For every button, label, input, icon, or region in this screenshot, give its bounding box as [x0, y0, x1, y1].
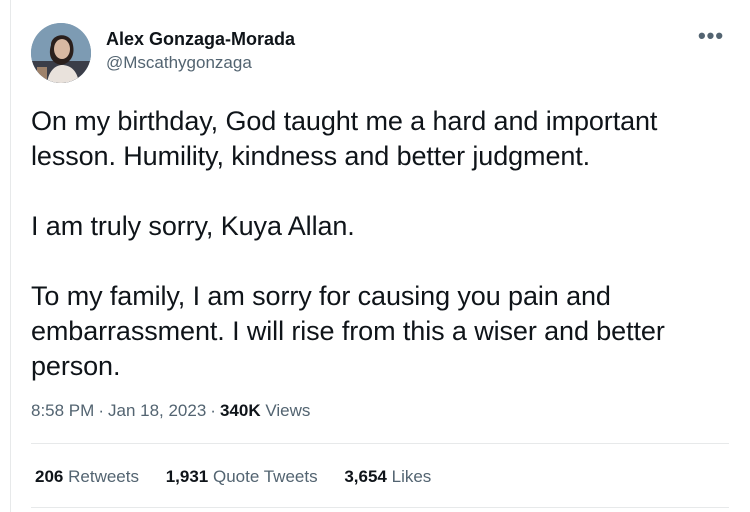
- tweet-card: Alex Gonzaga-Morada @Mscathygonzaga ••• …: [10, 0, 750, 512]
- likes-count: 3,654: [344, 467, 387, 486]
- likes-label: Likes: [391, 467, 432, 486]
- tweet-text: On my birthday, God taught me a hard and…: [31, 104, 721, 419]
- profile-photo-icon: [31, 23, 91, 83]
- views-label: Views: [265, 401, 311, 420]
- tweet-header: Alex Gonzaga-Morada @Mscathygonzaga •••: [31, 22, 731, 84]
- meta-separator: ·: [210, 401, 216, 420]
- quote-tweets-stat[interactable]: 1,931 Quote Tweets: [166, 466, 318, 488]
- quote-tweets-label: Quote Tweets: [213, 467, 318, 486]
- meta-separator: ·: [98, 401, 104, 420]
- engagement-stats: 206 Retweets 1,931 Quote Tweets 3,654 Li…: [35, 466, 453, 488]
- divider: [31, 507, 729, 508]
- display-name[interactable]: Alex Gonzaga-Morada: [106, 28, 295, 50]
- quote-tweets-count: 1,931: [165, 467, 209, 486]
- more-options-icon[interactable]: •••: [691, 22, 731, 58]
- retweets-count: 206: [35, 467, 64, 486]
- likes-stat[interactable]: 3,654 Likes: [344, 466, 431, 488]
- tweet-time[interactable]: 8:58 PM: [31, 401, 94, 420]
- tweet-paragraph: On my birthday, God taught me a hard and…: [31, 106, 658, 171]
- tweet-date[interactable]: Jan 18, 2023: [108, 401, 206, 420]
- views-count: 340K: [219, 401, 261, 420]
- tweet-meta: 8:58 PM · Jan 18, 2023 · 340K Views: [31, 400, 310, 422]
- user-names: Alex Gonzaga-Morada @Mscathygonzaga: [106, 28, 295, 74]
- divider: [31, 443, 729, 444]
- tweet-paragraph: To my family, I am sorry for causing you…: [31, 281, 665, 381]
- avatar[interactable]: [31, 23, 91, 83]
- tweet-paragraph: I am truly sorry, Kuya Allan.: [31, 211, 355, 241]
- retweets-label: Retweets: [68, 467, 139, 486]
- user-handle[interactable]: @Mscathygonzaga: [106, 52, 295, 74]
- retweets-stat[interactable]: 206 Retweets: [35, 466, 139, 488]
